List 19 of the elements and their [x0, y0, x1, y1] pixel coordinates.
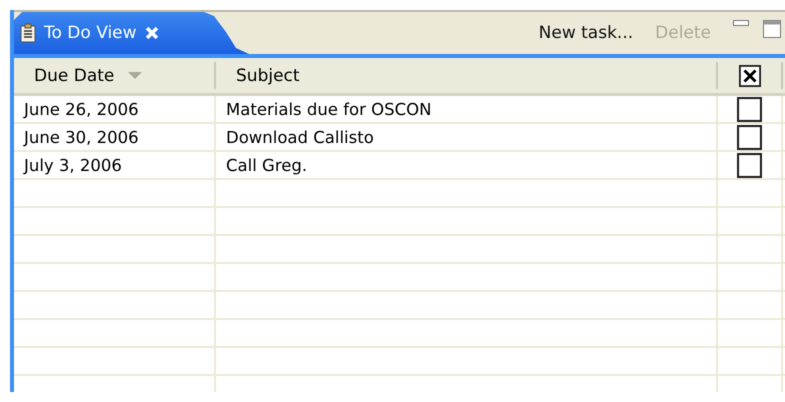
close-icon[interactable] — [144, 26, 159, 40]
tab-title: To Do View — [44, 23, 137, 43]
toolbar-action[interactable]: New task... — [538, 23, 634, 43]
column-header[interactable]: Due Date — [34, 66, 114, 86]
checkbox[interactable] — [737, 152, 762, 178]
subject-cell: Call Greg. — [226, 156, 308, 174]
minimize-icon[interactable] — [733, 20, 749, 28]
maximize-icon[interactable] — [763, 20, 781, 38]
clipboard-icon — [20, 23, 36, 43]
checkbox[interactable] — [738, 64, 760, 86]
due-date-cell: June 30, 2006 — [24, 128, 139, 146]
subject-cell: Download Callisto — [226, 128, 374, 146]
due-date-cell: June 26, 2006 — [24, 100, 139, 118]
checkbox[interactable] — [737, 124, 762, 150]
subject-cell: Materials due for OSCON — [226, 100, 432, 118]
view-tab[interactable]: To Do View — [14, 12, 249, 54]
due-date-cell: July 3, 2006 — [24, 156, 122, 174]
checkbox[interactable] — [737, 96, 762, 122]
column-header[interactable]: Subject — [236, 66, 300, 86]
